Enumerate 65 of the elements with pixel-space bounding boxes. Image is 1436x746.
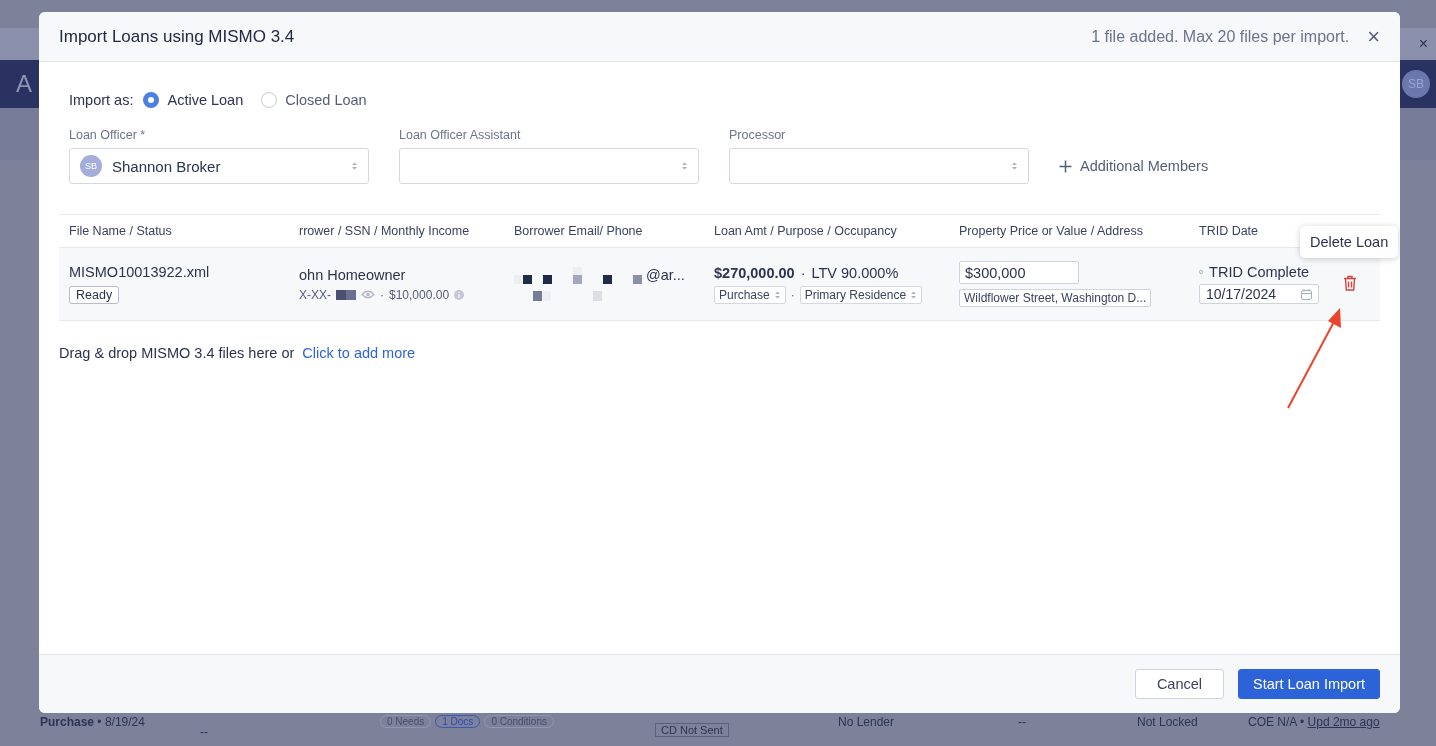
- file-count-note: 1 file added. Max 20 files per import.: [1091, 27, 1350, 46]
- file-name: MISMO10013922.xml: [69, 264, 210, 280]
- property-value-field[interactable]: $300,000: [959, 261, 1079, 284]
- column-header: Property Price or Value / Address: [959, 224, 1143, 238]
- separator-dot: ·: [790, 287, 795, 302]
- redaction-drawing: [336, 289, 356, 300]
- dialog-title: Import Loans using MISMO 3.4: [59, 26, 296, 47]
- close-button[interactable]: ×: [1367, 25, 1380, 48]
- sort-caret-icon: [910, 289, 918, 300]
- sort-caret-icon: [681, 161, 688, 171]
- column-header: rrower / SSN / Monthly Income: [299, 224, 470, 238]
- ssn-text: X-XX-: [299, 287, 331, 302]
- cd-status-tag: CD Not Sent: [655, 723, 729, 737]
- radio-icon[interactable]: [261, 92, 278, 108]
- address-field[interactable]: Wildflower Street, Washington D...: [959, 289, 1152, 307]
- field-label: Processor: [729, 128, 787, 142]
- import-as-label: Import as:: [69, 92, 134, 108]
- occupancy-select[interactable]: Primary Residence: [799, 285, 923, 304]
- column-header: File Name / Status: [69, 224, 172, 238]
- column-header: TRID Date: [1199, 224, 1259, 238]
- loan-type-radio[interactable]: Closed Loan: [261, 92, 367, 108]
- member-select[interactable]: SB Shannon Broker: [69, 148, 369, 184]
- column-header: Borrower Email/ Phone: [514, 224, 643, 238]
- loan-type-radio[interactable]: Active Loan: [143, 92, 244, 108]
- delete-button[interactable]: [1342, 274, 1357, 294]
- lock-status: Not Locked: [1137, 715, 1199, 729]
- calendar-icon: [1301, 288, 1312, 300]
- table-cell-text: --: [1018, 715, 1027, 729]
- separator-dot: ·: [800, 264, 806, 281]
- info-icon[interactable]: [454, 289, 465, 300]
- start-import-button[interactable]: Start Loan Import: [1237, 669, 1380, 699]
- separator-dot: ·: [380, 287, 384, 302]
- sort-caret-icon: [773, 289, 781, 300]
- borrower-name: ohn Homeowner: [299, 266, 406, 283]
- trid-date-field[interactable]: 10/17/2024: [1199, 284, 1319, 304]
- column-header: Loan Amt / Purpose / Occupancy: [714, 224, 897, 238]
- plus-icon: [1059, 159, 1072, 173]
- trid-status: TRID Complete: [1209, 264, 1309, 280]
- loan-amount: $270,000.00: [714, 264, 795, 281]
- lender-text: No Lender: [838, 715, 896, 729]
- table-cell-text: --: [200, 725, 209, 739]
- delete-tooltip: Delete Loan: [1300, 226, 1399, 258]
- add-files-link[interactable]: Click to add more: [302, 345, 416, 361]
- loan-summary: Purchase • 8/19/24: [40, 715, 146, 729]
- field-label: Loan Officer *: [69, 128, 147, 142]
- member-select[interactable]: [729, 148, 1029, 184]
- sort-caret-icon: [1011, 161, 1018, 171]
- close-icon[interactable]: ×: [1418, 35, 1428, 53]
- ltv-text: LTV 90.000%: [811, 264, 899, 281]
- trash-icon: [1342, 274, 1357, 291]
- sort-caret-icon: [351, 161, 358, 171]
- purpose-select[interactable]: Purchase: [714, 285, 786, 304]
- monthly-income: $10,000.00: [389, 287, 450, 302]
- member-select[interactable]: [399, 148, 699, 184]
- dropzone-text: Drag & drop MISMO 3.4 files here or: [59, 345, 295, 361]
- radio-icon[interactable]: [143, 92, 160, 108]
- field-label: Loan Officer Assistant: [399, 128, 522, 142]
- add-members-button[interactable]: Additional Members: [1059, 148, 1209, 184]
- email-text: @ar...: [646, 267, 685, 283]
- cancel-button[interactable]: Cancel: [1134, 669, 1224, 699]
- member-avatar: SB: [80, 155, 102, 177]
- coe-text: COE N/A •: [1248, 715, 1305, 729]
- app-logo: A: [16, 70, 32, 98]
- eye-icon[interactable]: [361, 290, 375, 299]
- status-badge: Ready: [69, 286, 120, 304]
